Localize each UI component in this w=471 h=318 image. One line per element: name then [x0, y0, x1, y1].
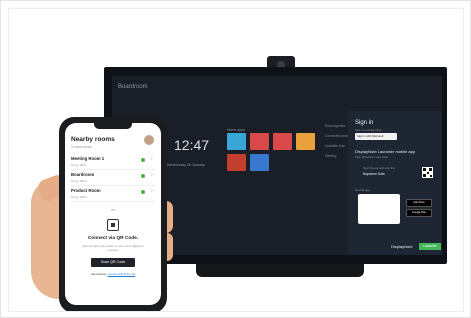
- app-store-badge[interactable]: App Store: [406, 199, 432, 207]
- chevron-right-icon: ›: [151, 156, 153, 162]
- status-dot-icon: [141, 190, 145, 194]
- signin-panel: Sign in Sign in to access more Sign in w…: [348, 111, 442, 255]
- pairing-box: Open the app and scan this Napolean Suit…: [355, 166, 435, 180]
- display-stand: [196, 264, 364, 277]
- room-name: Boardroom: [71, 172, 95, 177]
- qr-code-icon: [422, 167, 433, 178]
- clock: 12:47: [174, 137, 210, 153]
- room-id: Room 0004: [71, 195, 87, 199]
- signin-title: Sign in: [355, 120, 374, 126]
- status-dot-icon: [141, 158, 145, 162]
- brand-badge: Launcher: [419, 243, 441, 250]
- room-list-item[interactable]: Product Room Room 0004 ›: [71, 187, 155, 202]
- microsoft-signin-button[interactable]: Sign in with Microsoft: [355, 133, 397, 140]
- nearby-rooms-title: Nearby rooms: [71, 136, 115, 143]
- app-preview-image: [358, 194, 400, 224]
- launcher-subtitle: Scan QR code or enter code: [355, 156, 388, 159]
- status-dot-icon: [141, 174, 145, 178]
- app-tile[interactable]: [296, 133, 315, 150]
- brand-name: DisplayNote: [391, 244, 413, 249]
- app-tile[interactable]: [250, 154, 269, 171]
- app-tile[interactable]: [227, 133, 246, 150]
- pair-label: Open the app and scan this: [363, 167, 395, 170]
- apps-label: Home apps: [227, 128, 245, 132]
- rooms-found-count: 3 rooms found: [71, 145, 92, 149]
- connect-qr-title: Connect via QR Code.: [87, 236, 139, 241]
- app-tile[interactable]: [250, 133, 269, 150]
- image-frame: Boardroom 12:47 Wednesday 26 January Hom…: [0, 0, 471, 318]
- chevron-right-icon: ›: [151, 188, 153, 194]
- launcher-title: DisplayNote Launcher mobile app: [355, 149, 416, 154]
- google-play-badge[interactable]: Google Play: [406, 209, 432, 217]
- alt-text: Alternatively,: [91, 272, 107, 276]
- product-photo: Boardroom 12:47 Wednesday 26 January Hom…: [8, 8, 464, 312]
- app-tile[interactable]: [273, 133, 292, 150]
- chevron-right-icon: ›: [151, 172, 153, 178]
- connect-qr-text: Scan the QR code shown on your room disp…: [82, 244, 144, 252]
- phone-screen: Nearby rooms 3 rooms found Meeting Room …: [65, 123, 161, 305]
- room-list-item[interactable]: Meeting Room 1 Room 0001 ›: [71, 155, 155, 170]
- signin-subtitle: Sign in to access more: [355, 129, 382, 132]
- room-name: Meeting Room 1: [71, 156, 105, 161]
- scan-qr-button[interactable]: Scan QR Code: [91, 258, 135, 267]
- avatar[interactable]: [144, 135, 154, 145]
- alternative-connect: Alternatively, connect with Room ID: [65, 272, 161, 276]
- phone-notch: [94, 123, 132, 129]
- date: Wednesday 26 January: [167, 163, 205, 167]
- app-tile[interactable]: [227, 154, 246, 171]
- connect-room-id-link[interactable]: connect with Room ID: [108, 272, 135, 276]
- qr-scan-icon: [107, 219, 119, 231]
- room-id: Room 0003: [71, 179, 87, 183]
- get-app-label: Get the app: [355, 188, 370, 192]
- room-name: Product Room: [71, 188, 101, 193]
- room-list-item[interactable]: Boardroom Room 0003 ›: [71, 171, 155, 186]
- room-title: Boardroom: [118, 84, 148, 90]
- or-divider: OR: [110, 208, 116, 212]
- pair-code: Napolean Suite: [363, 172, 385, 176]
- room-id: Room 0001: [71, 163, 87, 167]
